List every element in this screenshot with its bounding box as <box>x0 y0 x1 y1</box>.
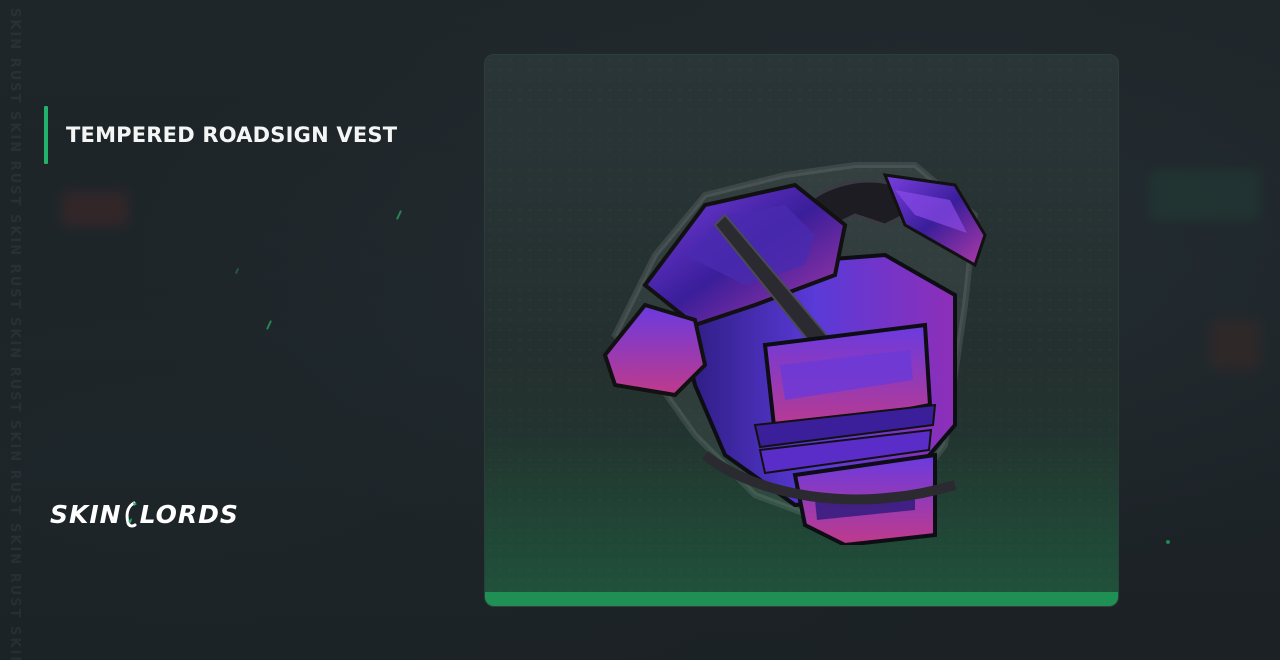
background-blur <box>62 192 128 226</box>
item-title: TEMPERED ROADSIGN VEST <box>66 123 398 147</box>
logo-text-left: SKIN <box>50 500 122 529</box>
item-card <box>484 54 1119 607</box>
page-canvas: SKIN RUST SKIN RUST SKIN RUST SKIN RUST … <box>0 0 1280 660</box>
decorative-speck <box>265 320 273 330</box>
title-block: TEMPERED ROADSIGN VEST <box>44 106 397 164</box>
background-blur <box>1210 320 1260 370</box>
decorative-speck <box>1165 539 1171 545</box>
skinlords-logo: SKIN LORDS <box>50 500 239 529</box>
background-blur <box>1150 170 1260 220</box>
decorative-speck <box>234 267 240 275</box>
decorative-speck <box>395 210 403 220</box>
vest-image <box>602 162 987 545</box>
title-accent-bar <box>44 106 48 164</box>
leaf-hook-icon <box>123 501 139 529</box>
logo-text-right: LORDS <box>139 500 239 529</box>
card-accent-bar <box>485 592 1118 606</box>
side-watermark: SKIN RUST SKIN RUST SKIN RUST SKIN RUST … <box>7 8 22 660</box>
